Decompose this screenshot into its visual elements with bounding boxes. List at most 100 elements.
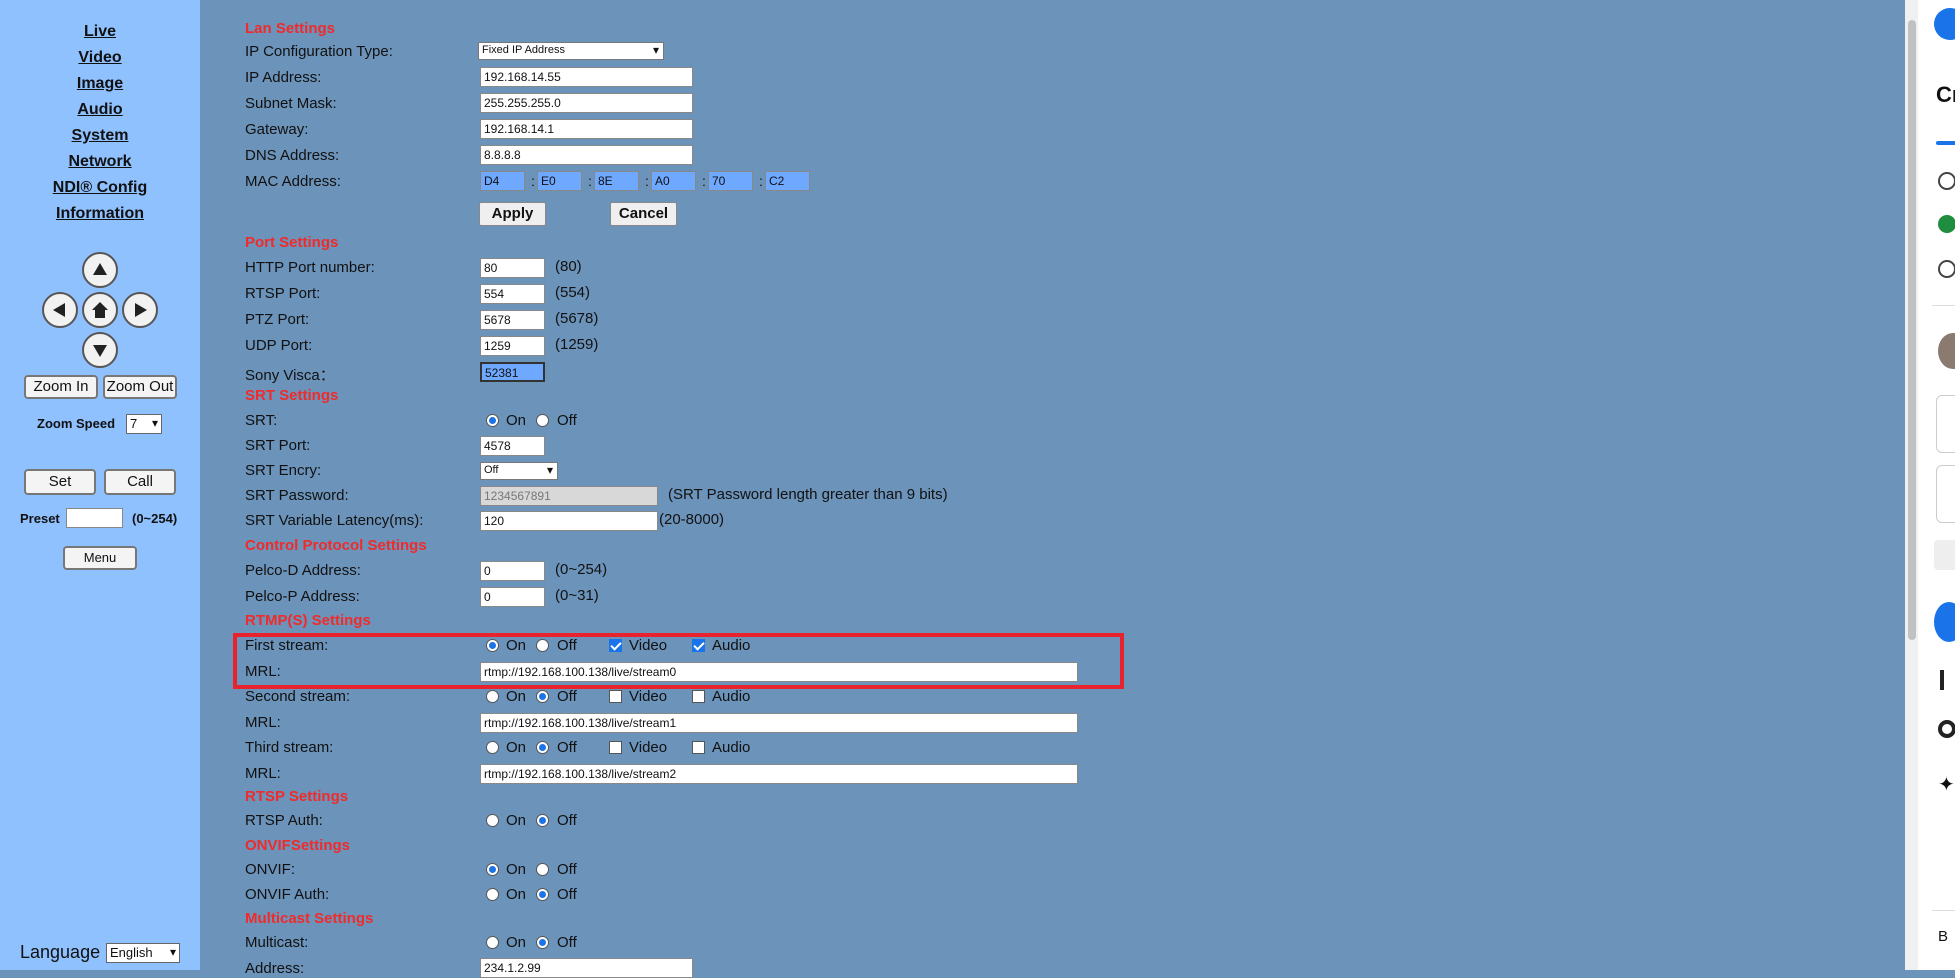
third-stream-video-checkbox[interactable] bbox=[609, 741, 622, 754]
http-port-input[interactable]: 80 bbox=[480, 258, 545, 278]
nav-network[interactable]: Network bbox=[0, 153, 200, 171]
preset-call-button[interactable]: Call bbox=[104, 469, 176, 495]
ip-address-input[interactable]: 192.168.14.55 bbox=[480, 67, 693, 87]
onvif-settings-title: ONVIFSettings bbox=[245, 837, 351, 854]
third-stream-audio-checkbox[interactable] bbox=[692, 741, 705, 754]
ptz-home-button[interactable] bbox=[82, 292, 118, 328]
plus-icon[interactable] bbox=[1934, 8, 1955, 40]
rtsp-auth-label: RTSP Auth: bbox=[245, 812, 323, 829]
panel-footer-fragment: B bbox=[1938, 928, 1949, 945]
srt-encry-value: Off bbox=[484, 464, 499, 476]
ptz-up-button[interactable] bbox=[82, 252, 118, 288]
rtsp-port-label: RTSP Port: bbox=[245, 285, 321, 302]
ptz-port-input[interactable]: 5678 bbox=[480, 310, 545, 330]
nav-image[interactable]: Image bbox=[0, 75, 200, 93]
gear-icon[interactable] bbox=[1938, 720, 1955, 738]
third-stream-on-radio[interactable] bbox=[486, 741, 499, 754]
eye-icon[interactable] bbox=[1934, 602, 1955, 642]
second-stream-on-radio[interactable] bbox=[486, 690, 499, 703]
second-stream-video-checkbox[interactable] bbox=[609, 690, 622, 703]
progress-bar bbox=[1936, 141, 1955, 145]
udp-port-input[interactable]: 1259 bbox=[480, 336, 545, 356]
second-stream-label: Second stream: bbox=[245, 688, 351, 705]
step-radio-icon[interactable] bbox=[1938, 172, 1955, 190]
gateway-input[interactable]: 192.168.14.1 bbox=[480, 119, 693, 139]
srt-latency-label: SRT Variable Latency(ms): bbox=[245, 512, 424, 529]
nav-information[interactable]: Information bbox=[0, 205, 200, 223]
third-stream-label: Third stream: bbox=[245, 739, 334, 756]
nav-ndi-config[interactable]: NDI® Config bbox=[0, 179, 200, 197]
sparkle-icon[interactable]: ✦ bbox=[1938, 772, 1955, 797]
field-box[interactable] bbox=[1936, 465, 1955, 523]
third-mrl-input[interactable]: rtmp://192.168.100.138/live/stream2 bbox=[480, 764, 1078, 784]
nav-video[interactable]: Video bbox=[0, 49, 200, 67]
onvif-auth-on-radio[interactable] bbox=[486, 888, 499, 901]
ptz-down-button[interactable] bbox=[82, 332, 118, 368]
srt-port-input[interactable]: 4578 bbox=[480, 436, 545, 456]
step-radio-icon[interactable] bbox=[1938, 260, 1955, 278]
multicast-off-radio[interactable] bbox=[536, 936, 549, 949]
preset-input[interactable] bbox=[66, 508, 123, 528]
srt-password-hint: (SRT Password length greater than 9 bits… bbox=[668, 486, 948, 503]
dns-address-input[interactable]: 8.8.8.8 bbox=[480, 145, 693, 165]
panel-divider bbox=[1932, 910, 1955, 911]
arrow-left-icon bbox=[53, 303, 65, 317]
field-box[interactable] bbox=[1936, 395, 1955, 453]
preset-set-button[interactable]: Set bbox=[24, 469, 96, 495]
pelco-p-input[interactable]: 0 bbox=[480, 587, 545, 607]
srt-on-radio[interactable] bbox=[486, 414, 499, 427]
mac-octet-2[interactable]: E0 bbox=[537, 171, 582, 191]
ip-type-label: IP Configuration Type: bbox=[245, 43, 393, 60]
zoom-speed-select[interactable]: 7 bbox=[126, 414, 162, 434]
nav-system[interactable]: System bbox=[0, 127, 200, 145]
mac-octet-6[interactable]: C2 bbox=[765, 171, 810, 191]
pelco-d-label: Pelco-D Address: bbox=[245, 562, 361, 579]
rtsp-port-input[interactable]: 554 bbox=[480, 284, 545, 304]
onvif-on-radio[interactable] bbox=[486, 863, 499, 876]
language-select[interactable]: English bbox=[106, 943, 180, 963]
ptz-right-button[interactable] bbox=[122, 292, 158, 328]
page-scrollbar[interactable] bbox=[1905, 0, 1918, 970]
mac-octet-4[interactable]: A0 bbox=[651, 171, 696, 191]
third-stream-off-radio[interactable] bbox=[536, 741, 549, 754]
multicast-address-input[interactable]: 234.1.2.99 bbox=[480, 958, 693, 978]
dns-address-label: DNS Address: bbox=[245, 147, 340, 164]
srt-off-radio[interactable] bbox=[536, 414, 549, 427]
second-mrl-input[interactable]: rtmp://192.168.100.138/live/stream1 bbox=[480, 713, 1078, 733]
pause-icon[interactable] bbox=[1940, 670, 1955, 690]
srt-port-label: SRT Port: bbox=[245, 437, 311, 454]
ip-type-select[interactable]: Fixed IP Address bbox=[478, 42, 664, 60]
second-stream-audio-checkbox[interactable] bbox=[692, 690, 705, 703]
second-stream-off-radio[interactable] bbox=[536, 690, 549, 703]
srt-settings-title: SRT Settings bbox=[245, 387, 339, 404]
multicast-on-radio[interactable] bbox=[486, 936, 499, 949]
onvif-auth-off-radio[interactable] bbox=[536, 888, 549, 901]
nav-live[interactable]: Live bbox=[0, 23, 200, 41]
menu-button[interactable]: Menu bbox=[63, 546, 137, 570]
home-icon bbox=[92, 302, 108, 318]
language-label: Language bbox=[20, 942, 101, 962]
ptz-port-label: PTZ Port: bbox=[245, 311, 310, 328]
scrollbar-thumb[interactable] bbox=[1908, 20, 1916, 640]
cancel-button[interactable]: Cancel bbox=[610, 202, 677, 226]
rtsp-auth-off-radio[interactable] bbox=[536, 814, 549, 827]
lan-settings-title: Lan Settings bbox=[245, 20, 336, 37]
sony-visca-label: Sony Visca： bbox=[245, 367, 335, 384]
srt-password-input[interactable]: 1234567891 bbox=[480, 486, 658, 506]
nav-audio[interactable]: Audio bbox=[0, 101, 200, 119]
ptz-left-button[interactable] bbox=[42, 292, 78, 328]
srt-encry-select[interactable]: Off bbox=[480, 462, 558, 480]
pelco-d-input[interactable]: 0 bbox=[480, 561, 545, 581]
subnet-mask-input[interactable]: 255.255.255.0 bbox=[480, 93, 693, 113]
zoom-out-button[interactable]: Zoom Out bbox=[103, 375, 177, 399]
preset-label: Preset bbox=[20, 511, 60, 526]
rtsp-auth-on-radio[interactable] bbox=[486, 814, 499, 827]
apply-button[interactable]: Apply bbox=[479, 202, 546, 226]
sony-visca-input[interactable]: 52381 bbox=[480, 362, 545, 382]
srt-latency-input[interactable]: 120 bbox=[480, 511, 658, 531]
onvif-off-radio[interactable] bbox=[536, 863, 549, 876]
mac-octet-5[interactable]: 70 bbox=[708, 171, 753, 191]
mac-octet-1[interactable]: D4 bbox=[480, 171, 525, 191]
mac-octet-3[interactable]: 8E bbox=[594, 171, 639, 191]
zoom-in-button[interactable]: Zoom In bbox=[24, 375, 98, 399]
